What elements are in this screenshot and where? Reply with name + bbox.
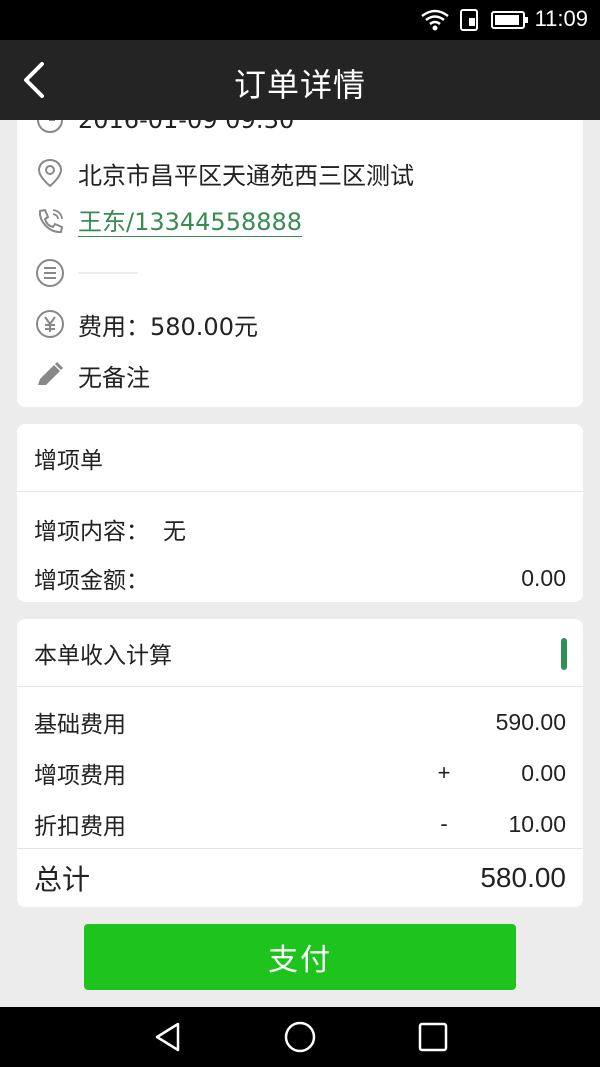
order-info-card: 2016-01-09 09:30 北京市昌平区天通苑西三区测试 王东/13344… — [17, 120, 583, 407]
total-divider — [17, 848, 583, 849]
contact-row[interactable]: 王东/13344558888 — [33, 202, 303, 242]
clock-icon — [33, 120, 67, 137]
system-nav-bar — [0, 1007, 600, 1067]
page-title: 订单详情 — [233, 66, 366, 104]
order-time: 2016-01-09 09:30 — [78, 120, 295, 134]
yen-icon — [33, 307, 67, 341]
battery-icon — [491, 11, 528, 29]
back-triangle-icon[interactable] — [150, 1019, 186, 1055]
discount-fee-row: 折扣费用 - 10.00 — [34, 806, 566, 842]
income-header: 本单收入计算 — [17, 619, 583, 687]
addon-fee-label: 增项费用 — [34, 763, 126, 789]
remark-text: 无备注 — [78, 363, 150, 392]
addon-fee-row: 增项费用 + 0.00 — [34, 755, 566, 791]
plus-sign: + — [437, 760, 451, 785]
addon-fee-value: 0.00 — [521, 759, 566, 786]
minus-sign: - — [440, 811, 448, 836]
pencil-icon — [33, 358, 67, 392]
sim-icon — [460, 9, 478, 31]
income-card: 本单收入计算 基础费用 590.00 增项费用 + 0.00 折扣费用 - 10… — [17, 619, 583, 907]
home-circle-icon[interactable] — [282, 1019, 318, 1055]
recents-square-icon[interactable] — [415, 1019, 451, 1055]
status-bar: 11:09 — [0, 0, 600, 40]
service-placeholder — [78, 272, 138, 274]
contact-link[interactable]: 王东/13344558888 — [78, 208, 303, 237]
discount-fee-label: 折扣费用 — [34, 814, 126, 840]
total-value: 580.00 — [480, 862, 566, 893]
location-pin-icon — [33, 156, 67, 190]
total-label: 总计 — [34, 863, 91, 896]
total-row: 总计 580.00 — [34, 856, 566, 900]
addon-amount-label: 增项金额： — [34, 568, 149, 594]
address-text: 北京市昌平区天通苑西三区测试 — [78, 161, 414, 190]
indicator-bar — [561, 638, 567, 670]
base-fee-value: 590.00 — [495, 708, 566, 735]
addon-content-row: 增项内容： 无 — [34, 511, 566, 547]
service-row — [33, 253, 138, 293]
addon-card: 增项单 增项内容： 无 增项金额： 0.00 — [17, 424, 583, 602]
addon-title: 增项单 — [17, 424, 583, 492]
addon-content-label: 增项内容： — [34, 519, 149, 545]
discount-fee-value: 10.00 — [508, 810, 566, 837]
wifi-icon — [421, 9, 449, 31]
status-time: 11:09 — [534, 6, 588, 31]
phone-icon — [33, 205, 67, 239]
time-row: 2016-01-09 09:30 — [33, 120, 294, 140]
addon-content-value: 无 — [163, 519, 186, 545]
scroll-content[interactable]: 2016-01-09 09:30 北京市昌平区天通苑西三区测试 王东/13344… — [0, 120, 600, 1007]
income-title: 本单收入计算 — [34, 642, 172, 669]
app-header: 订单详情 — [0, 40, 600, 120]
addon-amount-row: 增项金额： 0.00 — [34, 560, 566, 596]
base-fee-row: 基础费用 590.00 — [34, 704, 566, 740]
addon-amount-value: 0.00 — [521, 564, 566, 591]
pay-button[interactable]: 支付 — [84, 924, 516, 990]
remark-row: 无备注 — [33, 355, 150, 395]
base-fee-label: 基础费用 — [34, 712, 126, 738]
address-row: 北京市昌平区天通苑西三区测试 — [33, 153, 414, 193]
fee-row: 费用：580.00元 — [33, 304, 258, 344]
list-icon — [33, 256, 67, 290]
fee-text: 费用：580.00元 — [78, 312, 258, 341]
